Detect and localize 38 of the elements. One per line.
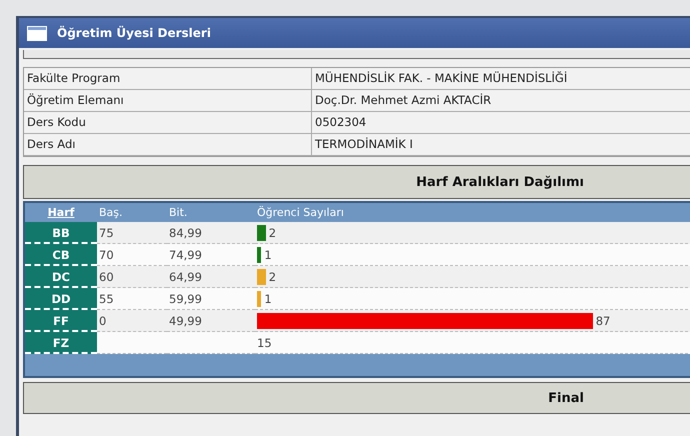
info-label: Öğretim Elemanı	[24, 90, 312, 112]
end-score-cell: 74,99	[167, 244, 255, 266]
column-header: Öğrenci Sayıları	[257, 206, 344, 219]
info-value: TERMODİNAMİK I	[312, 134, 690, 156]
section-title: Final	[548, 390, 584, 406]
end-score-cell: 64,99	[167, 266, 255, 288]
start-score-cell: 60	[97, 266, 167, 288]
window-icon	[27, 26, 47, 40]
column-header: Baş.	[99, 206, 123, 219]
student-count: 15	[257, 334, 272, 352]
grade-cell: FZ	[25, 332, 97, 354]
start-score-cell: 70	[97, 244, 167, 266]
start-score-cell: 55	[97, 288, 167, 310]
info-label: Ders Adı	[24, 134, 312, 156]
end-score-cell: 49,99	[167, 310, 255, 332]
start-score-cell: 0	[97, 310, 167, 332]
section-title: Harf Aralıkları Dağılımı	[416, 174, 584, 190]
info-value: MÜHENDİSLİK FAK. - MAKİNE MÜHENDİSLİĞİ	[312, 68, 690, 90]
grade-cell: BB	[25, 222, 97, 244]
student-count: 2	[268, 268, 276, 286]
info-value: Doç.Dr. Mehmet Azmi AKTACİR	[312, 90, 690, 112]
info-label: Ders Kodu	[24, 112, 312, 134]
end-score-cell: 59,99	[167, 288, 255, 310]
grade-cell: DC	[25, 266, 97, 288]
end-score-cell: 84,99	[167, 222, 255, 244]
student-count: 2	[268, 224, 276, 242]
grade-cell: DD	[25, 288, 97, 310]
info-label: Fakülte Program	[24, 68, 312, 90]
column-header[interactable]: Harf	[48, 206, 74, 219]
column-header: Bit.	[169, 206, 188, 219]
grade-cell: CB	[25, 244, 97, 266]
grade-cell: FF	[25, 310, 97, 332]
student-count: 87	[596, 312, 610, 330]
window-title: Öğretim Üyesi Dersleri	[57, 26, 211, 40]
student-count: 1	[264, 246, 272, 264]
student-count: 1	[264, 290, 272, 308]
info-value: 0502304	[312, 112, 690, 134]
start-score-cell: 75	[97, 222, 167, 244]
